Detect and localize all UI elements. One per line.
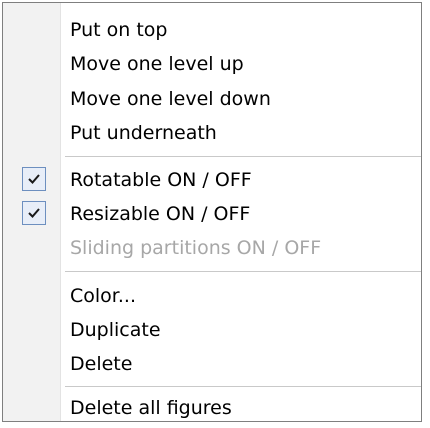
menu-item-label: Put underneath <box>70 122 217 144</box>
checkmark-icon <box>22 201 46 225</box>
menu-item-put-on-top[interactable]: Put on top <box>3 13 421 47</box>
context-menu: Put on top Move one level up Move one le… <box>2 2 422 422</box>
menu-item-label: Delete all figures <box>70 397 232 419</box>
menu-item-move-one-level-up[interactable]: Move one level up <box>3 47 421 81</box>
menu-item-delete-all-figures[interactable]: Delete all figures <box>3 391 421 425</box>
menu-item-move-one-level-down[interactable]: Move one level down <box>3 82 421 116</box>
menu-item-rotatable-toggle[interactable]: Rotatable ON / OFF <box>3 163 421 197</box>
menu-item-delete[interactable]: Delete <box>3 347 421 381</box>
menu-item-label: Delete <box>70 353 133 375</box>
menu-separator <box>65 271 421 273</box>
menu-item-put-underneath[interactable]: Put underneath <box>3 116 421 150</box>
menu-item-label: Duplicate <box>70 319 161 341</box>
checkmark-icon <box>22 167 46 191</box>
menu-item-label: Put on top <box>70 19 168 41</box>
menu-separator <box>65 386 421 388</box>
menu-item-label: Sliding partitions ON / OFF <box>70 237 322 259</box>
menu-item-color[interactable]: Color... <box>3 279 421 313</box>
menu-item-label: Move one level up <box>70 53 244 75</box>
menu-separator <box>65 156 421 158</box>
menu-item-label: Rotatable ON / OFF <box>70 169 252 191</box>
menu-item-label: Move one level down <box>70 88 271 110</box>
menu-item-sliding-partitions-toggle: Sliding partitions ON / OFF <box>3 231 421 265</box>
menu-item-label: Resizable ON / OFF <box>70 203 251 225</box>
menu-item-label: Color... <box>70 285 136 307</box>
menu-item-duplicate[interactable]: Duplicate <box>3 313 421 347</box>
menu-item-resizable-toggle[interactable]: Resizable ON / OFF <box>3 197 421 231</box>
